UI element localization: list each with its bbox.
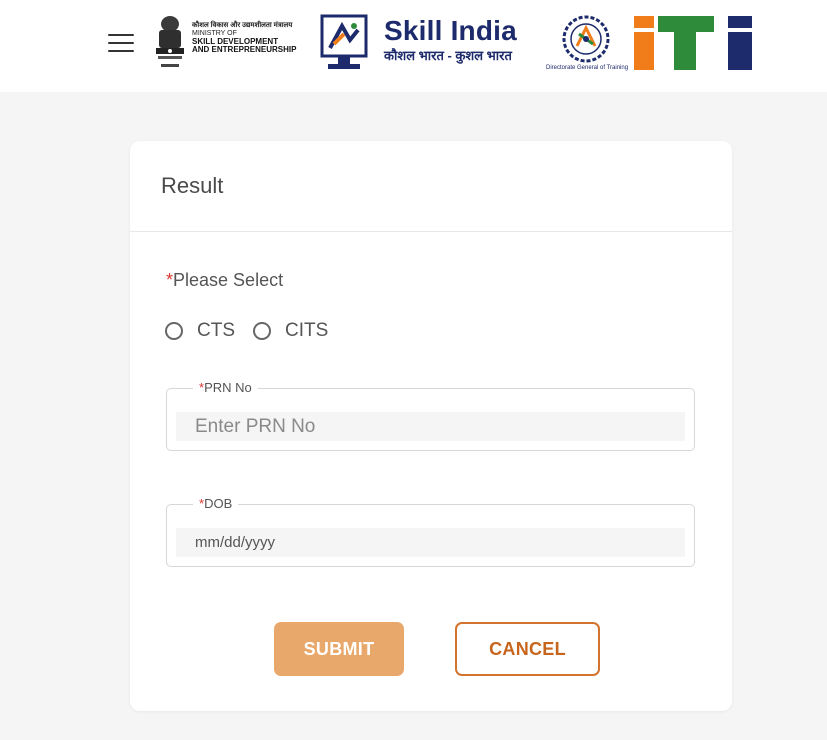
skill-india-tagline: कौशल भारत - कुशल भारत <box>384 48 512 63</box>
cancel-button[interactable]: CANCEL <box>455 622 600 676</box>
iti-logo <box>632 14 756 72</box>
radio-label-cits: CITS <box>285 320 329 341</box>
result-card: Result *Please Select CTS CITS *PRN No *… <box>130 141 732 711</box>
radio-label-cts: CTS <box>197 320 235 341</box>
dob-field: *DOB mm/dd/yyyy <box>166 496 695 567</box>
skill-india-logo: Skill India कौशल भारत - कुशल भारत <box>384 14 534 64</box>
please-select-label: *Please Select <box>166 270 283 291</box>
prn-field-label: *PRN No <box>193 380 258 395</box>
dgt-caption: Directorate General of Training <box>546 65 629 71</box>
dob-input[interactable]: mm/dd/yyyy <box>176 528 685 557</box>
monitor-logo <box>320 14 368 72</box>
submit-button[interactable]: SUBMIT <box>274 622 404 676</box>
card-title: Result <box>161 173 224 198</box>
card-header: Result <box>130 141 732 232</box>
dob-placeholder: mm/dd/yyyy <box>195 534 276 551</box>
ministry-line3: AND ENTREPRENEURSHIP <box>192 45 297 55</box>
please-select-text: Please Select <box>173 270 284 290</box>
prn-field: *PRN No <box>166 380 695 451</box>
skill-india-title: Skill India <box>384 15 517 46</box>
ministry-name: कौशल विकास और उद्यमशीलता मंत्रालय MINIST… <box>192 22 314 54</box>
radio-option-cits[interactable]: CITS <box>253 320 328 342</box>
radio-button-cits[interactable] <box>253 322 271 340</box>
course-type-radio-group: CTS CITS <box>165 320 346 342</box>
dob-field-label: *DOB <box>193 496 239 511</box>
radio-option-cts[interactable]: CTS <box>165 320 235 342</box>
dgt-logo: Directorate General of Training <box>546 14 629 76</box>
top-header: कौशल विकास और उद्यमशीलता मंत्रालय MINIST… <box>0 0 827 92</box>
radio-button-cts[interactable] <box>165 322 183 340</box>
ministry-hindi-text: कौशल विकास और उद्यमशीलता मंत्रालय <box>192 22 293 29</box>
national-emblem-logo <box>152 14 188 76</box>
dgt-gear-icon <box>562 15 610 63</box>
required-asterisk: * <box>166 270 174 290</box>
hamburger-menu-icon[interactable] <box>108 34 134 54</box>
prn-input[interactable] <box>176 412 685 441</box>
